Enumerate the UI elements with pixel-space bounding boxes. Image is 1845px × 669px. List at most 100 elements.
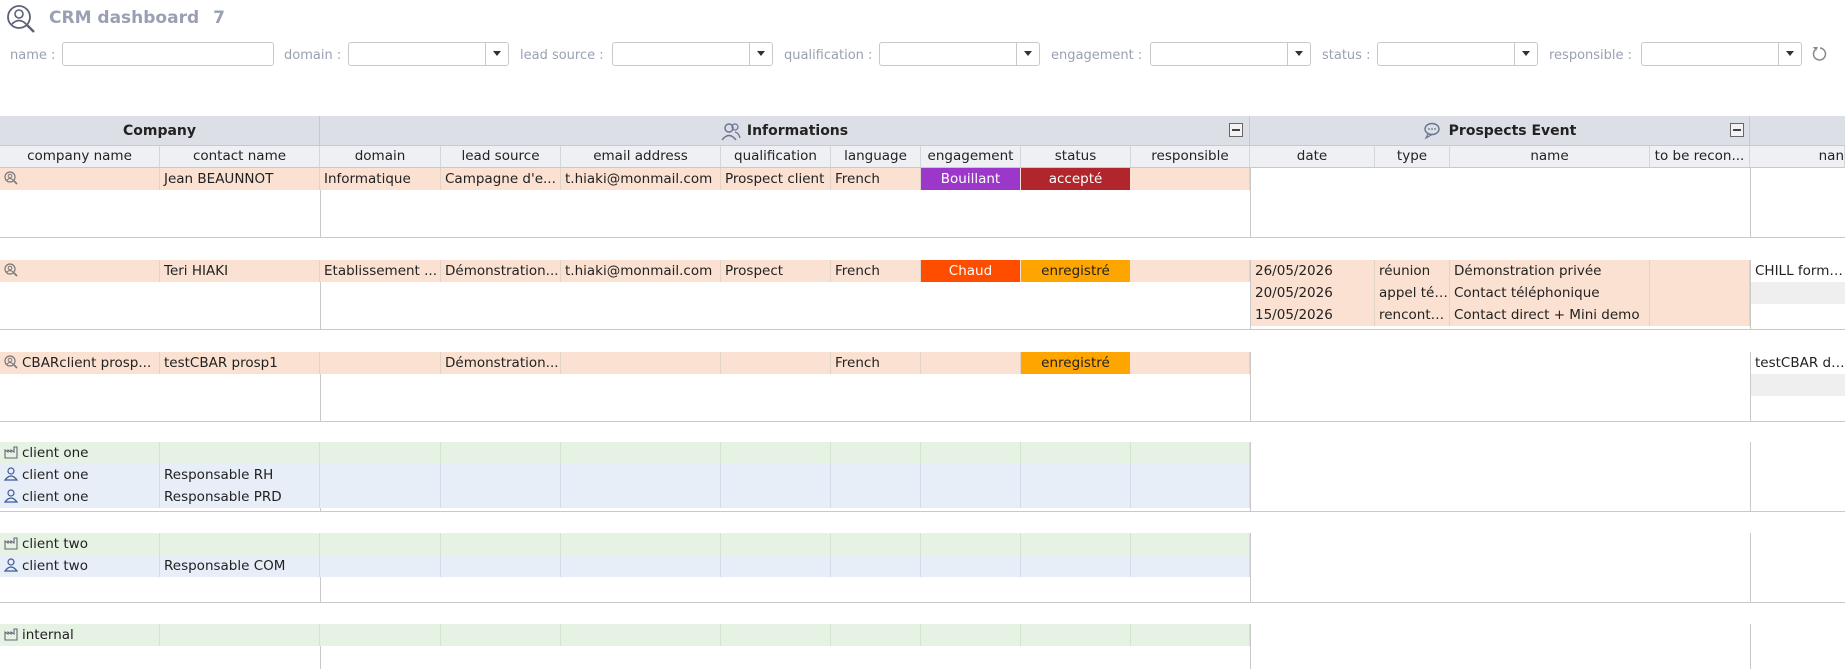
- lead-source-cell[interactable]: Démonstration...: [441, 260, 561, 282]
- col-event-name[interactable]: name: [1450, 146, 1650, 167]
- contact-name-cell[interactable]: Responsable PRD: [160, 486, 320, 508]
- col-type[interactable]: type: [1375, 146, 1450, 167]
- contact-name-cell[interactable]: [160, 442, 320, 464]
- responsible-filter-select[interactable]: [1641, 42, 1802, 66]
- collapse-prospects-event-icon[interactable]: [1730, 123, 1744, 137]
- event-row[interactable]: 26/05/2026 réunion Démonstration privée: [1251, 260, 1750, 282]
- table-row[interactable]: internal: [0, 624, 1250, 646]
- group-informations: Informations: [320, 116, 1250, 146]
- table-row[interactable]: Jean BEAUNNOT Informatique Campagne d'e.…: [0, 168, 1250, 190]
- responsible-cell[interactable]: [1131, 352, 1250, 374]
- col-language[interactable]: language: [831, 146, 921, 167]
- contact-name-cell[interactable]: Responsable COM: [160, 555, 320, 577]
- company-name-cell[interactable]: client two: [0, 555, 160, 577]
- domain-cell[interactable]: Etablissement ...: [320, 260, 441, 282]
- qualification-cell[interactable]: Prospect: [721, 260, 831, 282]
- company-name-cell[interactable]: client one: [0, 486, 160, 508]
- lead-source-cell[interactable]: Campagne d'e...: [441, 168, 561, 190]
- contact-name-cell[interactable]: [160, 533, 320, 555]
- event-reconsider-cell[interactable]: [1650, 304, 1750, 326]
- col-company-name[interactable]: company name: [0, 146, 160, 167]
- reset-icon[interactable]: [1811, 45, 1829, 63]
- language-cell[interactable]: French: [831, 168, 921, 190]
- col-domain[interactable]: domain: [320, 146, 441, 167]
- col-lead-source[interactable]: lead source: [441, 146, 561, 167]
- company-name-cell[interactable]: [0, 168, 160, 190]
- table-row[interactable]: Teri HIAKI Etablissement ... Démonstrati…: [0, 260, 1250, 282]
- event-reconsider-cell[interactable]: [1650, 282, 1750, 304]
- status-badge[interactable]: enregistré: [1021, 352, 1130, 374]
- table-row[interactable]: client one: [0, 442, 1250, 464]
- email-cell[interactable]: [561, 352, 721, 374]
- col-responsible[interactable]: responsible: [1131, 146, 1250, 167]
- contact-name-cell[interactable]: Teri HIAKI: [160, 260, 320, 282]
- chevron-down-icon[interactable]: [749, 43, 772, 65]
- name-filter-input[interactable]: [62, 42, 274, 66]
- event-date-cell[interactable]: 26/05/2026: [1251, 260, 1375, 282]
- contact-name-cell[interactable]: Jean BEAUNNOT: [160, 168, 320, 190]
- col-contact-name[interactable]: contact name: [160, 146, 320, 167]
- table-row[interactable]: client one Responsable RH: [0, 464, 1250, 486]
- domain-cell[interactable]: Informatique: [320, 168, 441, 190]
- contact-name-cell[interactable]: [160, 624, 320, 646]
- company-name-cell[interactable]: client one: [0, 464, 160, 486]
- table-row[interactable]: client two: [0, 533, 1250, 555]
- table-row[interactable]: client one Responsable PRD: [0, 486, 1250, 508]
- language-cell[interactable]: French: [831, 260, 921, 282]
- contact-name-cell[interactable]: testCBAR prosp1: [160, 352, 320, 374]
- qualification-filter-select[interactable]: [879, 42, 1040, 66]
- event-date-cell[interactable]: 20/05/2026: [1251, 282, 1375, 304]
- company-name-cell[interactable]: client one: [0, 442, 160, 464]
- email-cell[interactable]: t.hiaki@monmail.com: [561, 168, 721, 190]
- event-type-cell[interactable]: réunion: [1375, 260, 1450, 282]
- col-email-address[interactable]: email address: [561, 146, 721, 167]
- col-engagement[interactable]: engagement: [921, 146, 1021, 167]
- lead-source-cell[interactable]: Démonstration...: [441, 352, 561, 374]
- event-date-cell[interactable]: 15/05/2026: [1251, 304, 1375, 326]
- company-name-cell[interactable]: client two: [0, 533, 160, 555]
- status-badge[interactable]: accepté: [1021, 168, 1130, 190]
- chevron-down-icon[interactable]: [1016, 43, 1039, 65]
- responsible-cell[interactable]: [1131, 168, 1250, 190]
- table-row[interactable]: client two Responsable COM: [0, 555, 1250, 577]
- qualification-cell[interactable]: [721, 352, 831, 374]
- event-reconsider-cell[interactable]: [1650, 260, 1750, 282]
- event-name-cell[interactable]: Contact direct + Mini demo: [1450, 304, 1650, 326]
- domain-cell[interactable]: [320, 352, 441, 374]
- engagement-cell[interactable]: [921, 352, 1021, 374]
- chevron-down-icon[interactable]: [1778, 43, 1801, 65]
- domain-filter-select[interactable]: [348, 42, 509, 66]
- company-name-cell[interactable]: [0, 260, 160, 282]
- event-row[interactable]: 15/05/2026 rencontre en... Contact direc…: [1251, 304, 1750, 326]
- engagement-filter-select[interactable]: [1150, 42, 1311, 66]
- lead-source-filter-select[interactable]: [612, 42, 773, 66]
- engagement-badge[interactable]: Bouillant: [921, 168, 1020, 190]
- col-name-2[interactable]: nan: [1750, 146, 1845, 167]
- chevron-down-icon[interactable]: [1514, 43, 1537, 65]
- col-qualification[interactable]: qualification: [721, 146, 831, 167]
- language-cell[interactable]: French: [831, 352, 921, 374]
- engagement-badge[interactable]: Chaud: [921, 260, 1020, 282]
- event-type-cell[interactable]: rencontre en...: [1375, 304, 1450, 326]
- contact-name-cell[interactable]: Responsable RH: [160, 464, 320, 486]
- status-filter-select[interactable]: [1377, 42, 1538, 66]
- event-name-cell[interactable]: Contact téléphonique: [1450, 282, 1650, 304]
- event-row[interactable]: 20/05/2026 appel téléph... Contact télép…: [1251, 282, 1750, 304]
- col-status[interactable]: status: [1021, 146, 1131, 167]
- company-name-cell[interactable]: CBARclient prosp...: [0, 352, 160, 374]
- company-name-cell[interactable]: internal: [0, 624, 160, 646]
- status-badge[interactable]: enregistré: [1021, 260, 1130, 282]
- qualification-cell[interactable]: Prospect client: [721, 168, 831, 190]
- collapse-informations-icon[interactable]: [1229, 123, 1243, 137]
- responsible-cell[interactable]: [1131, 260, 1250, 282]
- col-date[interactable]: date: [1250, 146, 1375, 167]
- right-name-cell[interactable]: testCBAR dev: [1751, 352, 1845, 374]
- chevron-down-icon[interactable]: [1287, 43, 1310, 65]
- table-row[interactable]: CBARclient prosp... testCBAR prosp1 Démo…: [0, 352, 1250, 374]
- col-to-be-reconsidered[interactable]: to be recon...: [1650, 146, 1750, 167]
- email-cell[interactable]: t.hiaki@monmail.com: [561, 260, 721, 282]
- right-name-cell[interactable]: CHILL formati: [1751, 260, 1845, 282]
- chevron-down-icon[interactable]: [485, 43, 508, 65]
- event-type-cell[interactable]: appel téléph...: [1375, 282, 1450, 304]
- event-name-cell[interactable]: Démonstration privée: [1450, 260, 1650, 282]
